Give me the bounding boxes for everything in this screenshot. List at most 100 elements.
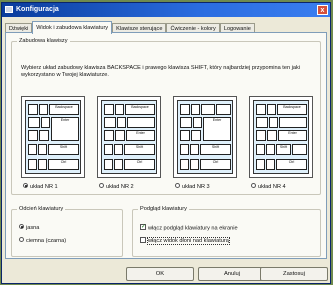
key	[256, 159, 265, 170]
key	[201, 104, 215, 115]
radio-icon	[23, 183, 28, 189]
layout-option-2[interactable]: układ NR 2	[99, 183, 134, 191]
ok-button[interactable]: OK	[126, 267, 194, 281]
ctrl-key: Ctrl	[276, 159, 307, 170]
key	[193, 117, 202, 128]
layout-option-3[interactable]: układ NR 3	[175, 183, 210, 191]
key	[266, 159, 275, 170]
group-title: Podgląd klawiatury	[138, 206, 189, 213]
ctrl-key: Ctrl	[200, 159, 231, 170]
tab-view-layout[interactable]: Widok i zabudowa klawiatury	[32, 21, 113, 34]
key	[256, 130, 266, 141]
layout-preview-4[interactable]: Backspace Enter Shift Ctrl	[249, 96, 313, 178]
key	[41, 117, 50, 128]
preview-keyboard-checkbox[interactable]: ✓ włącz podgląd klawiatury na ekranie	[140, 224, 238, 232]
key	[28, 130, 38, 141]
layout-option-label: układ NR 1	[30, 184, 58, 190]
backspace-key: Backspace	[125, 104, 155, 115]
group-title: Odcień klawiatury	[17, 206, 66, 213]
layout-description: Wybierz układ zabudowy klawisza BACKSPAC…	[21, 65, 301, 78]
shift-key: Shift	[48, 144, 79, 155]
shade-option-light[interactable]: jasna	[19, 224, 39, 232]
key	[180, 159, 189, 170]
key	[28, 104, 38, 115]
key	[267, 130, 277, 141]
radio-icon	[175, 183, 180, 189]
key	[38, 159, 47, 170]
keyboard-preview-group: Podgląd klawiatury	[132, 206, 321, 257]
preview-keyboard-label: włącz podgląd klawiatury na ekranie	[148, 225, 238, 232]
key	[279, 117, 307, 128]
key	[266, 144, 275, 155]
key	[104, 159, 113, 170]
tab-panel: Zabudowa klawiszy Wybierz układ zabudowy…	[5, 32, 327, 259]
radio-icon	[19, 224, 24, 230]
group-title: Zabudowa klawiszy	[17, 38, 70, 45]
radio-icon	[251, 183, 256, 189]
layout-preview-2[interactable]: Backspace Enter Shift Ctrl	[97, 96, 161, 178]
key	[190, 159, 199, 170]
key	[256, 144, 265, 155]
key	[28, 159, 37, 170]
key	[104, 144, 113, 155]
key	[180, 130, 190, 141]
radio-icon	[99, 183, 104, 189]
key	[28, 117, 40, 128]
layout-preview-1[interactable]: Backspace Enter Shift Ctrl	[21, 96, 85, 178]
layout-option-label: układ NR 2	[106, 184, 134, 190]
checkmark-icon: ✓	[140, 224, 147, 230]
key	[180, 104, 190, 115]
layout-preview-3[interactable]: Enter Shift Ctrl	[173, 96, 237, 178]
key	[104, 117, 116, 128]
key	[191, 104, 200, 115]
cancel-button[interactable]: Anuluj	[198, 267, 266, 281]
keyboard-shade-group: Odcień klawiatury	[11, 206, 123, 257]
shift-key: Shift	[200, 144, 231, 155]
key	[191, 130, 201, 141]
layout-option-1[interactable]: układ NR 1	[23, 183, 58, 191]
enter-key: Enter	[51, 117, 79, 141]
layout-option-4[interactable]: układ NR 4	[251, 183, 286, 191]
key	[292, 144, 307, 155]
backspace-key: Backspace	[49, 104, 79, 115]
key-block: Enter Shift Ctrl	[177, 100, 233, 174]
window-title: Konfiguracja	[16, 6, 59, 13]
backspace-key: Backspace	[277, 104, 307, 115]
ctrl-key: Ctrl	[124, 159, 155, 170]
key	[38, 144, 47, 155]
key-block: Backspace Enter Shift Ctrl	[101, 100, 157, 174]
key	[104, 104, 114, 115]
shift-key: Shift	[276, 144, 291, 155]
key	[256, 117, 268, 128]
ctrl-key: Ctrl	[48, 159, 79, 170]
config-window: Konfiguracja x Dźwięki Widok i zabudowa …	[1, 2, 331, 284]
enter-key: Enter	[126, 130, 155, 141]
key	[190, 144, 199, 155]
app-icon	[5, 6, 13, 13]
key	[28, 144, 37, 155]
key	[114, 144, 123, 155]
shade-option-label: ciemna (czarna)	[26, 238, 67, 244]
close-icon[interactable]: x	[317, 5, 328, 15]
key	[115, 104, 124, 115]
key	[115, 130, 125, 141]
title-bar[interactable]: Konfiguracja x	[2, 3, 330, 17]
enter-key: Enter	[278, 130, 307, 141]
layout-option-label: układ NR 4	[258, 184, 286, 190]
key-block: Backspace Enter Shift Ctrl	[25, 100, 81, 174]
key	[269, 117, 278, 128]
key	[39, 130, 49, 141]
key	[180, 144, 189, 155]
key	[180, 117, 192, 128]
shade-option-dark[interactable]: ciemna (czarna)	[19, 237, 67, 245]
key	[216, 104, 231, 115]
hands-view-label: włącz widok dłoni nad klawiaturą	[147, 237, 230, 246]
hands-view-checkbox[interactable]: włącz widok dłoni nad klawiaturą	[140, 237, 230, 246]
key	[127, 117, 155, 128]
apply-button[interactable]: Zastosuj	[260, 267, 328, 281]
key	[256, 104, 266, 115]
key	[39, 104, 48, 115]
shift-key: Shift	[124, 144, 155, 155]
key	[267, 104, 276, 115]
key	[114, 159, 123, 170]
